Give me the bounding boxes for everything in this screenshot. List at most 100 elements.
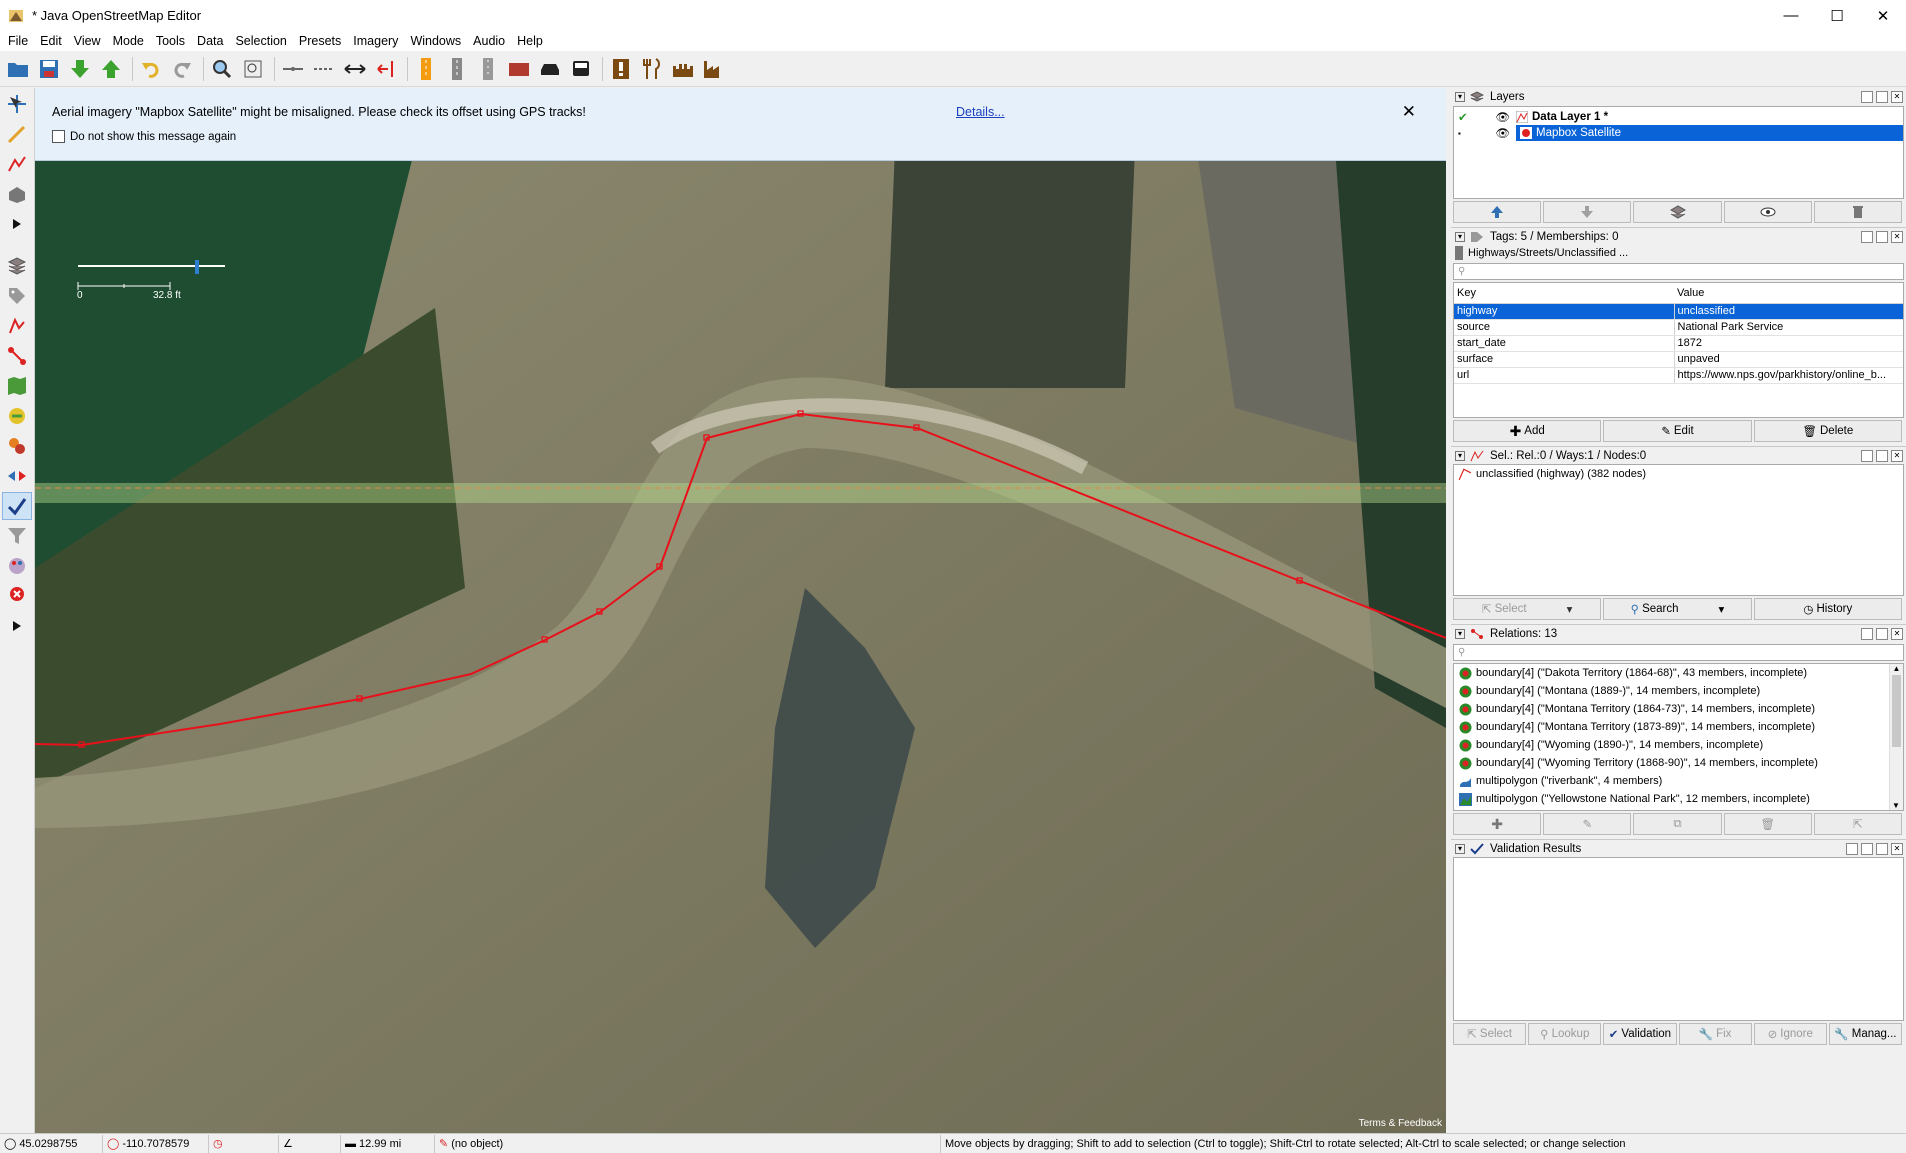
toggle-commands-button[interactable] (2, 462, 32, 490)
toggle-filter-button[interactable] (2, 522, 32, 550)
relation-item[interactable]: boundary[4] ("Wyoming Territory (1868-90… (1454, 754, 1903, 772)
toggle-mappaint-button[interactable] (2, 552, 32, 580)
undo-button[interactable] (137, 55, 165, 83)
relation-item[interactable]: multipolygon ("Yellowstone National Park… (1454, 790, 1903, 808)
tag-key[interactable]: surface (1454, 351, 1675, 368)
detach-icon[interactable] (1861, 843, 1873, 855)
improve-way-button[interactable] (2, 150, 32, 178)
scroll-down-icon[interactable]: ▼ (1890, 801, 1902, 810)
preferences-icon[interactable] (1846, 843, 1858, 855)
menu-presets[interactable]: Presets (293, 34, 347, 48)
delete-tag-button[interactable]: 🗑 Delete (1753, 420, 1902, 442)
close-icon[interactable]: ✕ (1891, 450, 1903, 462)
tag-key[interactable]: highway (1454, 303, 1675, 320)
preset-industrial-button[interactable] (700, 55, 728, 83)
layer-row[interactable]: ✔ 👁 Data Layer 1 * (1454, 109, 1903, 125)
close-window-button[interactable]: ✕ (1860, 0, 1906, 31)
dropdown-arrow-icon[interactable]: ▾ (1719, 602, 1725, 616)
search-button[interactable]: ⚲ Search ▾ (1603, 598, 1752, 620)
toggle-conflict-button[interactable] (2, 402, 32, 430)
detach-icon[interactable] (1861, 450, 1873, 462)
visibility-eye-icon[interactable]: 👁 (1474, 126, 1510, 140)
more-dialogs-button[interactable] (2, 612, 32, 640)
preset-path-button[interactable] (474, 55, 502, 83)
tag-row[interactable]: surface unpaved (1454, 351, 1903, 368)
details-link[interactable]: Details... (956, 105, 1005, 119)
toggle-validation-button[interactable] (2, 492, 32, 520)
menu-mode[interactable]: Mode (107, 34, 150, 48)
delete-layer-button[interactable] (1813, 201, 1903, 223)
scale-slider[interactable] (77, 260, 237, 290)
tag-row[interactable]: url https://www.nps.gov/parkhistory/onlin… (1454, 367, 1903, 384)
dont-show-again-checkbox[interactable]: Do not show this message again (52, 130, 236, 143)
menu-view[interactable]: View (68, 34, 107, 48)
close-icon[interactable]: ✕ (1891, 231, 1903, 243)
minimize-icon[interactable] (1876, 843, 1888, 855)
new-relation-button[interactable]: ✚ (1453, 813, 1542, 835)
fix-button[interactable]: 🔧 Fix (1678, 1023, 1752, 1045)
preset-bus-button[interactable] (567, 55, 595, 83)
preset-attention-button[interactable] (607, 55, 635, 83)
tag-value[interactable]: unpaved (1674, 351, 1903, 368)
menu-tools[interactable]: Tools (150, 34, 191, 48)
map-view[interactable]: 0 32.8 ft Terms & Feedback (35, 88, 1446, 1133)
download-button[interactable] (66, 55, 94, 83)
menu-selection[interactable]: Selection (229, 34, 292, 48)
ignore-button[interactable]: ⊘ Ignore (1753, 1023, 1827, 1045)
draw-mode-button[interactable] (2, 120, 32, 148)
menu-file[interactable]: File (2, 34, 34, 48)
detach-icon[interactable] (1861, 628, 1873, 640)
menu-audio[interactable]: Audio (467, 34, 511, 48)
history-button[interactable]: ◷ History (1753, 598, 1902, 620)
collapse-icon[interactable]: ▾ (1455, 450, 1465, 461)
tag-value[interactable]: https://www.nps.gov/parkhistory/online_b… (1674, 367, 1903, 384)
extrude-mode-button[interactable] (2, 180, 32, 208)
align-button[interactable] (372, 55, 400, 83)
toggle-visibility-button[interactable] (1723, 201, 1812, 223)
select-button[interactable]: ⇱ Select ▾ (1453, 598, 1602, 620)
combine-way-button[interactable] (310, 55, 338, 83)
save-button[interactable] (35, 55, 63, 83)
close-icon[interactable]: ✕ (1891, 91, 1903, 103)
collapse-icon[interactable]: ▾ (1455, 628, 1465, 639)
toggle-relations-button[interactable] (2, 342, 32, 370)
toggle-notes-button[interactable] (2, 582, 32, 610)
key-header[interactable]: Key (1454, 283, 1674, 304)
relation-item[interactable]: multipolygon ("riverbank", 4 members) (1454, 772, 1903, 790)
menu-imagery[interactable]: Imagery (347, 34, 404, 48)
collapse-icon[interactable]: ▾ (1455, 231, 1465, 242)
tag-search-input[interactable]: ⚲ (1453, 263, 1904, 280)
relation-item[interactable]: boundary[4] ("Montana Territory (1864-73… (1454, 700, 1903, 718)
move-up-button[interactable] (1453, 201, 1542, 223)
scroll-up-icon[interactable]: ▲ (1890, 664, 1903, 673)
tag-key[interactable]: url (1454, 367, 1675, 384)
maximize-button[interactable]: ☐ (1814, 0, 1860, 31)
validation-select-button[interactable]: ⇱ Select (1453, 1023, 1527, 1045)
relation-item[interactable]: boundary[4] ("Wyoming (1890-)", 14 membe… (1454, 736, 1903, 754)
close-notice-button[interactable]: ✕ (1402, 102, 1416, 122)
relation-search-input[interactable]: ⚲ (1453, 644, 1904, 661)
move-down-button[interactable] (1543, 201, 1632, 223)
tag-key[interactable]: source (1454, 319, 1675, 336)
minimize-icon[interactable] (1876, 91, 1888, 103)
redo-button[interactable] (168, 55, 196, 83)
toggle-map-button[interactable] (2, 372, 32, 400)
menu-help[interactable]: Help (511, 34, 549, 48)
duplicate-relation-button[interactable]: ⧉ (1633, 813, 1722, 835)
preset-label[interactable]: Highways/Streets/Unclassified ... (1451, 245, 1906, 261)
open-file-button[interactable] (4, 55, 32, 83)
tag-key[interactable]: start_date (1454, 335, 1675, 352)
zoom-to-selection-button[interactable] (239, 55, 267, 83)
collapse-icon[interactable]: ▾ (1455, 92, 1465, 102)
selected-layer[interactable]: Mapbox Satellite (1516, 125, 1903, 141)
select-mode-button[interactable] (2, 90, 32, 118)
detach-icon[interactable] (1861, 91, 1873, 103)
preset-track-button[interactable] (443, 55, 471, 83)
split-way-button[interactable] (279, 55, 307, 83)
preset-road-button[interactable] (412, 55, 440, 83)
toggle-layers-button[interactable] (2, 252, 32, 280)
more-tools-button[interactable] (2, 210, 32, 238)
preset-building-button[interactable] (505, 55, 533, 83)
dropdown-arrow-icon[interactable]: ▾ (1567, 602, 1573, 616)
tag-row[interactable]: source National Park Service (1454, 319, 1903, 336)
